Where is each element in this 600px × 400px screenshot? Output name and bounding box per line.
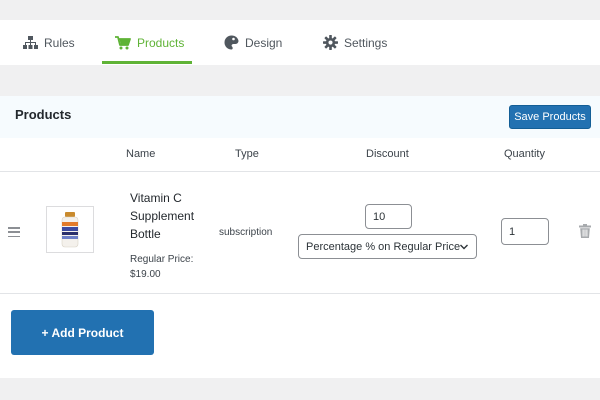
trash-icon[interactable] xyxy=(579,224,591,238)
tab-settings[interactable]: Settings xyxy=(322,20,387,65)
products-panel: Products Save Products Name Type Discoun… xyxy=(0,96,600,378)
tab-design-label: Design xyxy=(245,35,283,50)
regular-price-value: $19.00 xyxy=(130,269,161,280)
palette-icon xyxy=(223,35,239,51)
regular-price-label: Regular Price: xyxy=(130,254,194,265)
sitemap-icon xyxy=(22,35,38,51)
tab-rules-label: Rules xyxy=(44,35,75,50)
tab-settings-label: Settings xyxy=(344,35,388,50)
header-divider xyxy=(0,171,600,172)
product-type: subscription xyxy=(219,227,273,238)
add-product-button[interactable]: + Add Product xyxy=(11,310,154,355)
save-products-button[interactable]: Save Products xyxy=(509,105,591,129)
column-header-type: Type xyxy=(235,148,259,160)
active-tab-indicator xyxy=(102,61,192,64)
quantity-input[interactable] xyxy=(501,218,549,245)
bottle-image xyxy=(61,211,79,247)
column-header-name: Name xyxy=(126,148,156,160)
discount-mode-select[interactable]: Percentage % on Regular Price xyxy=(298,234,477,259)
discount-mode-value: Percentage % on Regular Price xyxy=(306,240,461,253)
tab-bar: Rules Products Design Settings xyxy=(0,20,600,65)
row-divider xyxy=(0,293,600,294)
chevron-down-icon xyxy=(460,244,468,250)
panel-header: Products Save Products xyxy=(0,96,600,138)
drag-handle-icon[interactable] xyxy=(8,227,20,237)
tab-rules[interactable]: Rules xyxy=(22,20,75,65)
product-thumbnail xyxy=(46,206,94,253)
cart-icon xyxy=(115,35,131,51)
column-header-quantity: Quantity xyxy=(504,148,545,160)
panel-title: Products xyxy=(15,107,72,122)
gear-icon xyxy=(322,35,338,51)
tab-products[interactable]: Products xyxy=(115,20,184,65)
tab-products-label: Products xyxy=(137,35,185,50)
discount-value-input[interactable] xyxy=(365,204,412,229)
tab-design[interactable]: Design xyxy=(223,20,282,65)
product-name: Vitamin C Supplement Bottle xyxy=(130,191,195,241)
column-header-discount: Discount xyxy=(366,148,409,160)
